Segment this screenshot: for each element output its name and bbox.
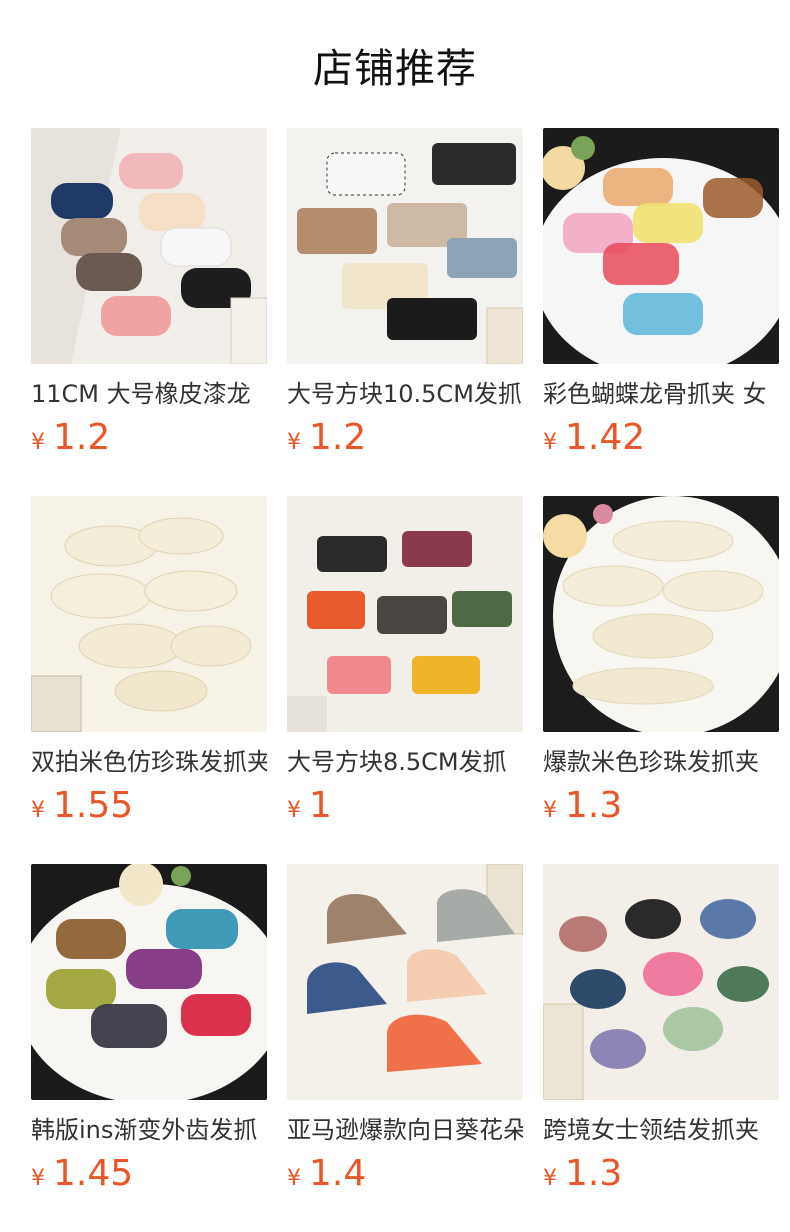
product-name[interactable]: 跨境女士领结发抓夹 <box>543 1116 779 1144</box>
product-name[interactable]: 亚马逊爆款向日葵花朵 <box>287 1116 523 1144</box>
product-name[interactable]: 韩版ins渐变外齿发抓 <box>31 1116 267 1144</box>
currency-symbol: ¥ <box>287 798 301 823</box>
product-price: ¥1.45 <box>31 1154 267 1199</box>
price-value: 1.2 <box>53 417 111 458</box>
product-price: ¥1.42 <box>543 418 779 463</box>
product-image[interactable] <box>31 864 267 1100</box>
price-value: 1.42 <box>565 417 646 458</box>
price-value: 1.3 <box>565 1153 623 1194</box>
product-name[interactable]: 11CM 大号橡皮漆龙 <box>31 380 267 408</box>
product-card[interactable]: 11CM 大号橡皮漆龙 ¥1.2 <box>31 128 267 463</box>
currency-symbol: ¥ <box>31 798 45 823</box>
currency-symbol: ¥ <box>287 1166 301 1191</box>
product-price: ¥1.55 <box>31 786 267 831</box>
price-value: 1.4 <box>309 1153 367 1194</box>
price-value: 1.3 <box>565 785 623 826</box>
product-name[interactable]: 大号方块8.5CM发抓 <box>287 748 523 776</box>
product-name[interactable]: 彩色蝴蝶龙骨抓夹 女 <box>543 380 779 408</box>
currency-symbol: ¥ <box>543 1166 557 1191</box>
product-card[interactable]: 大号方块8.5CM发抓 ¥1 <box>287 496 523 831</box>
product-price: ¥1.3 <box>543 1154 779 1199</box>
product-card[interactable]: 双拍米色仿珍珠发抓夹 ¥1.55 <box>31 496 267 831</box>
product-price: ¥1.3 <box>543 786 779 831</box>
page-title: 店铺推荐 <box>313 46 477 92</box>
product-card[interactable]: 爆款米色珍珠发抓夹 ¥1.3 <box>543 496 779 831</box>
price-value: 1.55 <box>53 785 134 826</box>
product-name[interactable]: 大号方块10.5CM发抓 <box>287 380 523 408</box>
currency-symbol: ¥ <box>543 798 557 823</box>
product-name[interactable]: 双拍米色仿珍珠发抓夹 <box>31 748 267 776</box>
currency-symbol: ¥ <box>31 430 45 455</box>
product-image[interactable] <box>543 864 779 1100</box>
currency-symbol: ¥ <box>287 430 301 455</box>
product-image[interactable] <box>31 496 267 732</box>
product-image[interactable] <box>31 128 267 364</box>
product-price: ¥1.2 <box>31 418 267 463</box>
product-card[interactable]: 彩色蝴蝶龙骨抓夹 女 ¥1.42 <box>543 128 779 463</box>
product-price: ¥1.2 <box>287 418 523 463</box>
product-price: ¥1 <box>287 786 523 831</box>
product-card[interactable]: 大号方块10.5CM发抓 ¥1.2 <box>287 128 523 463</box>
product-image[interactable] <box>543 496 779 732</box>
product-image[interactable] <box>287 864 523 1100</box>
currency-symbol: ¥ <box>543 430 557 455</box>
price-value: 1.2 <box>309 417 367 458</box>
currency-symbol: ¥ <box>31 1166 45 1191</box>
product-card[interactable]: 跨境女士领结发抓夹 ¥1.3 <box>543 864 779 1199</box>
product-card[interactable]: 韩版ins渐变外齿发抓 ¥1.45 <box>31 864 267 1199</box>
price-value: 1 <box>309 785 332 826</box>
product-image[interactable] <box>287 128 523 364</box>
product-image[interactable] <box>287 496 523 732</box>
product-price: ¥1.4 <box>287 1154 523 1199</box>
product-image[interactable] <box>543 128 779 364</box>
price-value: 1.45 <box>53 1153 134 1194</box>
product-name[interactable]: 爆款米色珍珠发抓夹 <box>543 748 779 776</box>
product-card[interactable]: 亚马逊爆款向日葵花朵 ¥1.4 <box>287 864 523 1199</box>
